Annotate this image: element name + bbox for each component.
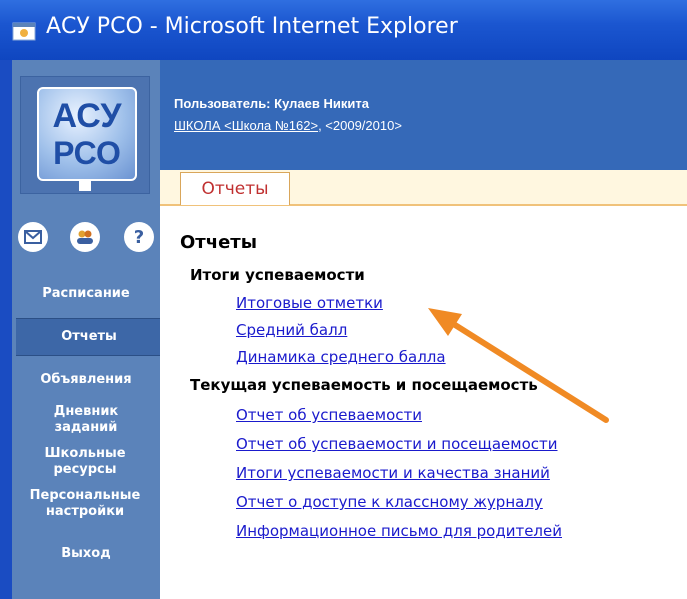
logo-line1: АСУ <box>52 97 122 135</box>
link-parents-info-letter[interactable]: Информационное письмо для родителей <box>236 522 562 540</box>
link-progress-report[interactable]: Отчет об успеваемости <box>236 406 422 424</box>
school-info: ШКОЛА <Школа №162>, <2009/2010> <box>174 118 402 133</box>
sidebar-item-schedule[interactable]: Расписание <box>12 286 160 302</box>
sidebar-item-resources[interactable]: Школьные ресурсы <box>30 446 140 478</box>
window-frame-left <box>0 60 12 599</box>
page-title: Отчеты <box>180 232 258 253</box>
link-progress-quality-results[interactable]: Итоги успеваемости и качества знаний <box>236 464 550 482</box>
link-average-score[interactable]: Средний балл <box>236 321 347 339</box>
mail-icon[interactable] <box>18 222 48 252</box>
sidebar-item-reports[interactable]: Отчеты <box>16 318 162 356</box>
tab-bar: Отчеты <box>160 170 687 206</box>
tab-reports[interactable]: Отчеты <box>180 172 290 205</box>
link-average-score-dynamics[interactable]: Динамика среднего балла <box>236 348 446 366</box>
school-link[interactable]: ШКОЛА <Школа №162> <box>174 118 318 133</box>
sidebar-item-logout[interactable]: Выход <box>12 546 160 562</box>
sidebar-item-announcements[interactable]: Объявления <box>12 372 160 388</box>
page-header: Пользователь: Кулаев Никита ШКОЛА <Школа… <box>160 60 687 170</box>
sidebar-icon-row: ? <box>12 218 160 258</box>
window-titlebar: АСУ РСО - Microsoft Internet Explorer <box>0 0 687 60</box>
sidebar-item-settings[interactable]: Персональные настройки <box>12 488 158 520</box>
sidebar: АСУ РСО ? Расписание Отчеты Объявления Д… <box>12 60 162 599</box>
main-content: Отчеты Итоги успеваемости Итоговые отмет… <box>160 206 687 599</box>
section-title-current-progress: Текущая успеваемость и посещаемость <box>190 376 538 394</box>
school-year: , <2009/2010> <box>318 118 402 133</box>
ie-window-icon <box>12 22 36 41</box>
link-journal-access-report[interactable]: Отчет о доступе к классному журналу <box>236 493 543 511</box>
current-user: Пользователь: Кулаев Никита <box>174 96 369 111</box>
help-icon[interactable]: ? <box>124 222 154 252</box>
window-title: АСУ РСО - Microsoft Internet Explorer <box>46 14 458 39</box>
logo-panel: АСУ РСО <box>20 76 150 194</box>
sidebar-item-assignments[interactable]: Дневник заданий <box>26 404 146 436</box>
users-icon[interactable] <box>70 222 100 252</box>
link-progress-attendance-report[interactable]: Отчет об успеваемости и посещаемости <box>236 435 558 453</box>
section-title-results: Итоги успеваемости <box>190 266 365 284</box>
link-final-grades[interactable]: Итоговые отметки <box>236 294 383 312</box>
logo-stand <box>79 181 91 191</box>
logo-line2: РСО <box>53 135 121 171</box>
app-logo[interactable]: АСУ РСО <box>37 87 137 181</box>
